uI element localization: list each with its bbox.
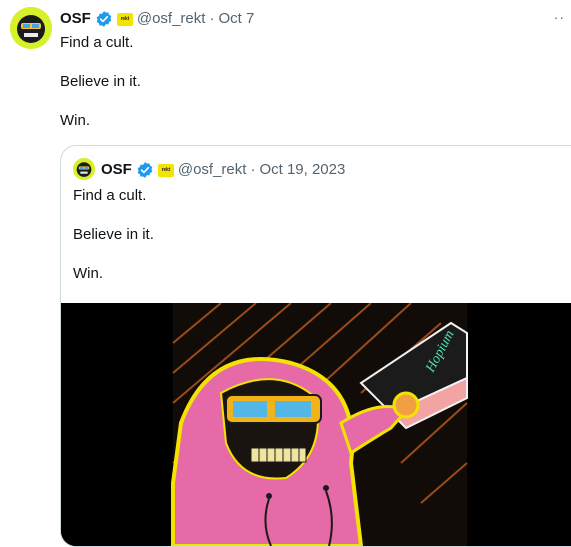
quoted-tweet-date[interactable]: Oct 19, 2023 bbox=[259, 160, 345, 180]
separator: · bbox=[250, 161, 256, 178]
quoted-tweet-text: Find a cult. Believe in it. Win. bbox=[73, 186, 154, 303]
more-options-icon[interactable]: ·· bbox=[554, 9, 565, 25]
tweet-text: Find a cult. Believe in it. Win. bbox=[60, 33, 141, 150]
affiliate-badge-icon[interactable]: rekt bbox=[116, 12, 133, 26]
quoted-media-image[interactable]: Hopium bbox=[61, 303, 571, 546]
tweet-date[interactable]: Oct 7 bbox=[218, 9, 254, 29]
avatar-art-icon bbox=[73, 158, 95, 180]
quoted-tweet-header: OSF rekt @osf_rekt · Oct 19, 2023 bbox=[101, 160, 345, 180]
tweet-header: OSF rekt @osf_rekt · Oct 7 bbox=[60, 9, 254, 29]
quoted-tweet-line: Find a cult. bbox=[73, 187, 147, 204]
author-name[interactable]: OSF bbox=[60, 9, 91, 29]
quoted-tweet[interactable]: OSF rekt @osf_rekt · Oct 19, 2023 Find a… bbox=[60, 145, 571, 547]
author-handle[interactable]: @osf_rekt bbox=[137, 9, 206, 29]
quoted-author-handle[interactable]: @osf_rekt bbox=[178, 160, 247, 180]
avatar-art-icon bbox=[10, 7, 52, 49]
tweet-line: Believe in it. bbox=[60, 73, 141, 90]
quoted-author-name[interactable]: OSF bbox=[101, 160, 132, 180]
verified-icon bbox=[136, 161, 154, 179]
quoted-tweet-line: Win. bbox=[73, 265, 103, 282]
affiliate-badge-icon[interactable]: rekt bbox=[157, 163, 174, 177]
tweet-line: Win. bbox=[60, 112, 90, 129]
separator: · bbox=[209, 10, 215, 27]
author-avatar[interactable] bbox=[10, 7, 52, 49]
artwork-image-icon: Hopium bbox=[61, 303, 571, 546]
quoted-tweet-line: Believe in it. bbox=[73, 226, 154, 243]
tweet-line: Find a cult. bbox=[60, 34, 134, 51]
verified-icon bbox=[95, 10, 113, 28]
quoted-author-avatar[interactable] bbox=[73, 158, 95, 180]
